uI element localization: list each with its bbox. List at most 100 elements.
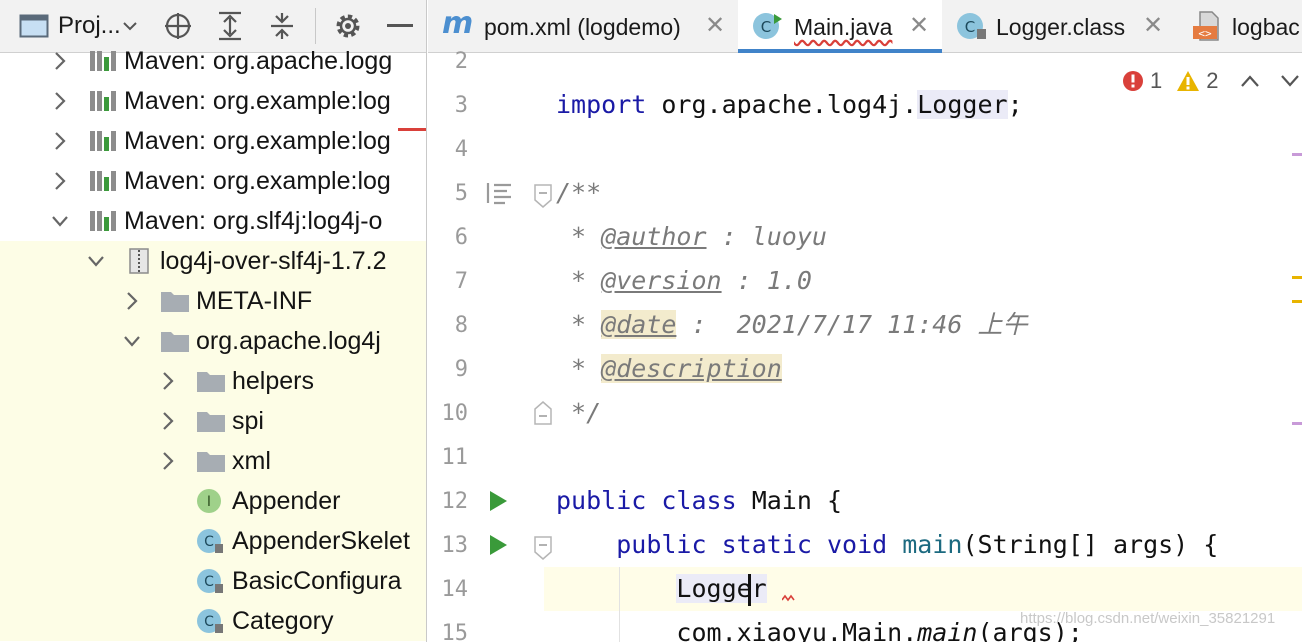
comment: *	[556, 222, 602, 251]
tree-row[interactable]: C BasicConfigura	[0, 561, 426, 601]
chevron-right-icon[interactable]	[50, 169, 70, 193]
tree-row[interactable]: spi	[0, 401, 426, 441]
chevron-right-icon[interactable]	[158, 409, 178, 433]
code-area[interactable]: import org.apache.log4j.Logger; /** * @a…	[544, 53, 1302, 642]
code-text: ;	[1007, 90, 1023, 119]
tab-label: Logger.class	[996, 14, 1126, 40]
toolbar-divider	[315, 8, 316, 44]
comment: *	[556, 266, 602, 295]
run-icon[interactable]	[488, 489, 508, 513]
collapse-all-icon[interactable]	[266, 8, 298, 44]
interface-badge: I	[207, 494, 211, 510]
chevron-right-icon[interactable]	[122, 289, 142, 313]
folder-icon	[197, 412, 225, 432]
warning-icon	[1177, 71, 1200, 91]
gear-icon[interactable]	[332, 8, 364, 44]
chevron-right-icon[interactable]	[158, 449, 178, 473]
project-view-dropdown[interactable]: Proj...	[58, 8, 148, 44]
stripe-marker[interactable]	[1292, 276, 1302, 279]
tree-row[interactable]: log4j-over-slf4j-1.7.2	[0, 241, 426, 281]
close-icon[interactable]: ✕	[704, 13, 726, 39]
project-panel-title: Proj...	[58, 12, 121, 39]
tree-row[interactable]: C Category	[0, 601, 426, 641]
java-class-icon: C	[753, 13, 782, 39]
chevron-right-icon[interactable]	[50, 89, 70, 113]
minimize-icon[interactable]	[384, 8, 416, 44]
expand-all-icon[interactable]	[214, 8, 246, 44]
locate-target-icon[interactable]	[162, 8, 194, 44]
project-view-icon[interactable]	[18, 8, 50, 44]
comment: : 1.0	[721, 266, 812, 295]
tree-item-label: Maven: org.example:log	[124, 127, 391, 155]
comment: */	[556, 398, 602, 427]
close-icon[interactable]: ✕	[1142, 13, 1164, 39]
tree-row[interactable]: Maven: org.example:log	[0, 121, 426, 161]
tree-row[interactable]: org.apache.log4j	[0, 321, 426, 361]
chevron-right-icon[interactable]	[158, 369, 178, 393]
keyword: static	[721, 530, 812, 559]
line-number: 8	[454, 313, 468, 338]
ide-window: Proj... Maven: org.apache.logg Maven: or…	[0, 0, 1302, 642]
line-number: 2	[454, 49, 468, 74]
tree-row[interactable]: Maven: org.example:log	[0, 81, 426, 121]
code-line: * @description	[556, 347, 782, 391]
chevron-down-icon[interactable]	[86, 249, 106, 273]
comment: /**	[556, 178, 602, 207]
line-number: 4	[454, 137, 468, 162]
chevron-right-icon[interactable]	[50, 49, 70, 73]
inspections-widget[interactable]: 1 2	[1122, 64, 1299, 98]
line-number: 11	[441, 445, 469, 470]
class-badge: C	[204, 574, 214, 590]
editor-tab-bar: m pom.xml (logdemo) ✕ C Main.java ✕ C Lo…	[428, 0, 1302, 53]
code-text: org.apache.log4j.	[646, 90, 918, 119]
comment: : luoyu	[706, 222, 827, 251]
library-icon	[90, 171, 116, 191]
tree-item-label: Category	[232, 607, 334, 635]
tab-logger-class[interactable]: C Logger.class ✕	[942, 0, 1178, 53]
maven-icon: m	[442, 6, 474, 41]
code-line: /**	[556, 171, 601, 215]
line-number: 9	[454, 357, 468, 382]
stripe-marker[interactable]	[1292, 153, 1302, 156]
folder-icon	[161, 292, 189, 312]
run-icon[interactable]	[488, 533, 508, 557]
tree-item-label: spi	[232, 407, 264, 435]
tree-row[interactable]: I Appender	[0, 481, 426, 521]
tree-row[interactable]: Maven: org.apache.logg	[0, 41, 426, 81]
stripe-marker[interactable]	[1292, 422, 1302, 425]
code-line: import org.apache.log4j.Logger;	[556, 83, 1023, 127]
tab-icon-glyph: <>	[1198, 27, 1212, 40]
stripe-marker[interactable]	[1292, 300, 1302, 303]
chevron-right-icon[interactable]	[50, 129, 70, 153]
tab-pom-xml[interactable]: m pom.xml (logdemo) ✕	[428, 0, 738, 53]
doc-tag: @date	[601, 310, 677, 339]
class-badge: C	[204, 614, 214, 630]
tree-row[interactable]: Maven: org.slf4j:log4j-o	[0, 201, 426, 241]
tab-icon-glyph: C	[761, 18, 771, 36]
tree-row[interactable]: Maven: org.example:log	[0, 161, 426, 201]
tree-item-label: Maven: org.slf4j:log4j-o	[124, 207, 383, 235]
tree-item-label: BasicConfigura	[232, 567, 402, 595]
chevron-up-icon[interactable]	[1240, 75, 1259, 87]
code-line: * @date : 2021/7/17 11:46 上午	[556, 303, 1027, 347]
chevron-down-icon[interactable]	[1280, 75, 1299, 87]
code-line: */	[556, 391, 601, 435]
tab-main-java[interactable]: C Main.java ✕	[738, 0, 942, 53]
line-number: 12	[441, 489, 469, 514]
code-line: * @version : 1.0	[556, 259, 812, 303]
line-number: 6	[454, 225, 468, 250]
tree-row[interactable]: xml	[0, 441, 426, 481]
close-icon[interactable]: ✕	[908, 13, 930, 39]
render-doc-icon[interactable]	[485, 180, 513, 206]
tab-logback-xml[interactable]: <> logbac	[1178, 0, 1302, 53]
tree-row[interactable]: C AppenderSkelet	[0, 521, 426, 561]
doc-tag: @version	[601, 266, 722, 295]
project-panel: Proj... Maven: org.apache.logg Maven: or…	[0, 0, 427, 642]
chevron-down-icon[interactable]	[50, 209, 70, 233]
tree-row[interactable]: META-INF	[0, 281, 426, 321]
library-icon	[90, 91, 116, 111]
keyword: public	[616, 530, 707, 559]
tree-row[interactable]: helpers	[0, 361, 426, 401]
method-name: main	[902, 530, 963, 559]
chevron-down-icon[interactable]	[122, 329, 142, 353]
